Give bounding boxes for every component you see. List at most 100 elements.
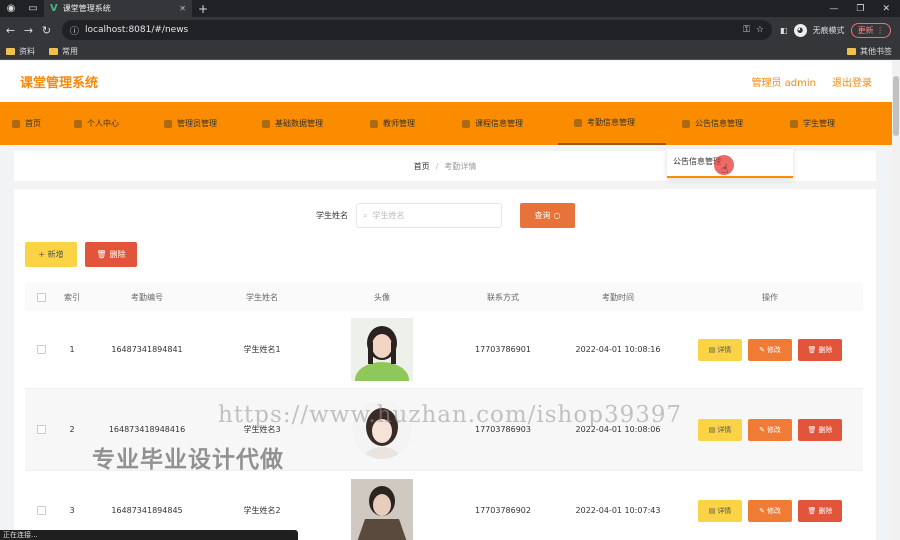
new-tab-icon[interactable]: +: [198, 2, 208, 16]
photo-graphic: [351, 479, 413, 540]
cell-time: 2022-04-01 10:08:16: [575, 345, 661, 354]
breadcrumb-home[interactable]: 首页: [414, 161, 430, 172]
row-checkbox[interactable]: [36, 425, 46, 434]
search-input[interactable]: ⌕ 学生姓名: [356, 203, 502, 228]
reload-icon[interactable]: ↻: [39, 24, 54, 37]
info-icon[interactable]: ⓘ: [70, 24, 79, 37]
student-icon: [790, 119, 798, 128]
menu-item-profile[interactable]: 个人中心: [62, 102, 152, 145]
chrome-menu-icon[interactable]: ◉: [0, 3, 22, 14]
search-bar: 学生姓名 ⌕ 学生姓名 查询 ○: [316, 203, 575, 228]
update-label: 更新: [857, 25, 874, 35]
menu-item-notices[interactable]: 公告信息管理: [666, 102, 778, 145]
site-title: 课堂管理系统: [20, 76, 99, 91]
browser-tab[interactable]: V 课堂管理系统 ✕: [44, 0, 192, 17]
bookmarks-bar: 资料 常用 其他书签: [0, 43, 900, 60]
notice-icon: [682, 119, 690, 128]
folder-icon: [6, 47, 15, 55]
home-icon: [12, 119, 20, 128]
user-label: 管理员 admin: [751, 78, 816, 89]
sidebar-icon[interactable]: ◧: [780, 26, 788, 35]
menu-item-students[interactable]: 学生管理: [778, 102, 868, 145]
bookmark-item[interactable]: 资料: [6, 46, 35, 57]
close-window-button[interactable]: ✕: [882, 4, 890, 14]
menu-item-basedata[interactable]: 基础数据管理: [250, 102, 358, 145]
hand-cursor-icon: ☝: [721, 162, 729, 176]
scrollbar-thumb[interactable]: [893, 76, 899, 136]
cell-code: 16487341894841: [111, 345, 183, 354]
trash-icon: 🗑: [807, 506, 817, 515]
menu-item-attendance[interactable]: 考勤信息管理: [558, 102, 666, 145]
row-checkbox[interactable]: [36, 345, 46, 354]
add-button[interactable]: + 新增: [25, 242, 77, 267]
window-controls: — ❐ ✕: [829, 4, 900, 14]
update-button[interactable]: 更新 ⋮: [850, 22, 892, 38]
header-code: 考勤编号: [131, 292, 163, 302]
cell-actions: ▤ 详情 ✎ 修改 🗑 删除: [677, 311, 863, 388]
folder-icon: [847, 47, 856, 55]
select-all-checkbox[interactable]: [36, 292, 46, 302]
teacher-icon: [370, 119, 378, 128]
menu-label: 首页: [25, 119, 41, 128]
edit-button[interactable]: ✎ 修改: [748, 499, 792, 522]
delete-button[interactable]: 🗑 删除: [798, 338, 842, 361]
menu-item-teachers[interactable]: 教师管理: [358, 102, 450, 145]
cell-actions: ▤ 详情 ✎ 修改 🗑 删除: [677, 471, 863, 540]
vue-logo-icon: V: [50, 3, 58, 14]
detail-button[interactable]: ▤ 详情: [698, 499, 742, 522]
edit-icon: ✎: [759, 345, 765, 354]
detail-button[interactable]: ▤ 详情: [698, 338, 742, 361]
cell-phone: 17703786902: [475, 506, 531, 515]
cell-time: 2022-04-01 10:07:43: [575, 506, 661, 515]
maximize-button[interactable]: ❐: [856, 4, 864, 14]
folder-icon: [49, 47, 58, 55]
delete-button[interactable]: 🗑 删除: [798, 418, 842, 441]
delete-button[interactable]: 🗑 删除: [798, 499, 842, 522]
header-phone: 联系方式: [487, 292, 519, 302]
header-index: 索引: [64, 292, 80, 302]
url-text: localhost:8081/#/news: [85, 25, 189, 35]
logout-link[interactable]: 退出登录: [832, 74, 872, 89]
tab-search-icon[interactable]: ▭: [22, 3, 44, 14]
key-icon[interactable]: ⚿: [743, 25, 750, 35]
trash-icon: 🗑: [807, 425, 817, 434]
edit-button[interactable]: ✎ 修改: [748, 418, 792, 441]
bookmark-item[interactable]: 常用: [49, 46, 78, 57]
search-button[interactable]: 查询 ○: [520, 203, 575, 228]
trash-icon: 🗑: [807, 345, 817, 354]
detail-label: 详情: [717, 345, 732, 354]
bookmark-star-icon[interactable]: ☆: [756, 25, 764, 35]
edit-label: 修改: [766, 345, 781, 354]
row-checkbox[interactable]: [36, 506, 46, 515]
forward-icon[interactable]: →: [21, 24, 36, 37]
database-icon: [262, 119, 270, 128]
menu-label: 学生管理: [803, 119, 835, 128]
back-icon[interactable]: ←: [3, 24, 18, 37]
breadcrumb-separator: /: [435, 161, 439, 171]
detail-button[interactable]: ▤ 详情: [698, 418, 742, 441]
incognito-icon: ◕: [793, 23, 807, 37]
cell-actions: ▤ 详情 ✎ 修改 🗑 删除: [677, 389, 863, 470]
menu-label: 课程信息管理: [475, 119, 523, 128]
edit-button[interactable]: ✎ 修改: [748, 338, 792, 361]
batch-delete-button[interactable]: 🗑 删除: [85, 242, 137, 267]
menu-item-admins[interactable]: 管理员管理: [152, 102, 250, 145]
omnibox[interactable]: ⓘ localhost:8081/#/news ⚿ ☆: [62, 20, 772, 40]
other-bookmarks[interactable]: 其他书签: [847, 46, 900, 57]
bookmark-label: 资料: [19, 46, 35, 56]
cell-index: 1: [69, 345, 75, 354]
search-icon: ⌕: [363, 210, 368, 220]
attendance-icon: [574, 118, 582, 127]
page-scrollbar[interactable]: [892, 61, 900, 540]
header-time: 考勤时间: [602, 292, 634, 302]
menu-item-home[interactable]: 首页: [0, 102, 62, 145]
cell-phone: 17703786901: [475, 345, 531, 354]
menu-item-courses[interactable]: 课程信息管理: [450, 102, 558, 145]
detail-icon: ▤: [708, 506, 716, 515]
tab-close-icon[interactable]: ✕: [179, 4, 186, 13]
menu-label: 考勤信息管理: [587, 118, 635, 127]
address-bar-row: ← → ↻ ⓘ localhost:8081/#/news ⚿ ☆ ◧ ◕ 无痕…: [0, 17, 900, 43]
student-photo: [351, 318, 413, 381]
minimize-button[interactable]: —: [829, 4, 838, 14]
student-photo: [351, 479, 413, 540]
